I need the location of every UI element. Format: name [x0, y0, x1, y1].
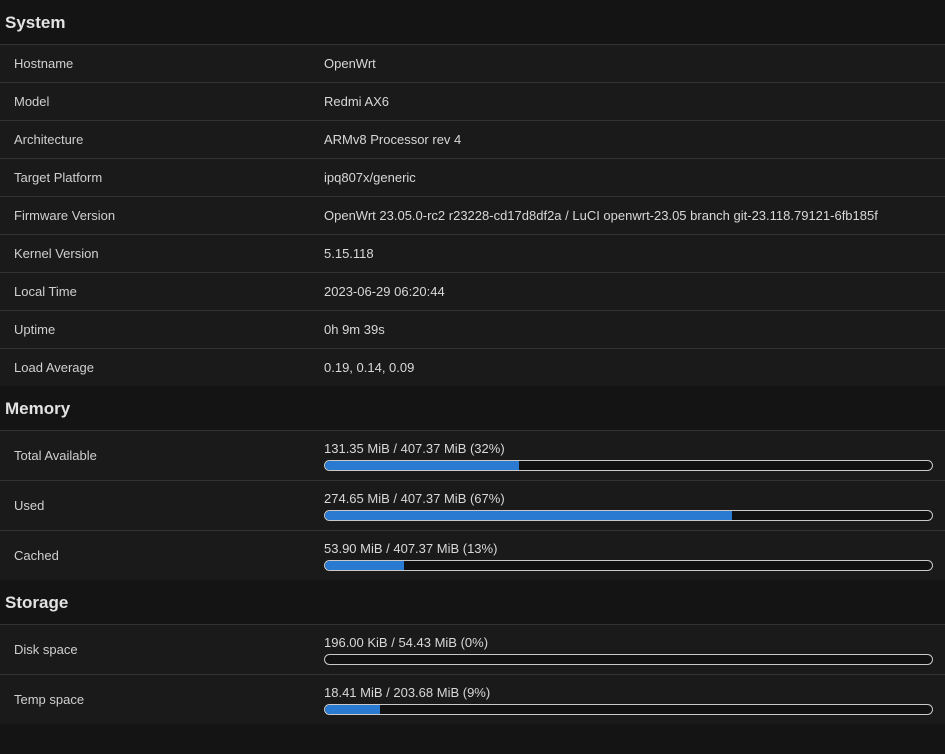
row-label: Disk space — [14, 641, 78, 657]
progress-bar — [324, 459, 933, 471]
progress-bar-fill — [325, 704, 380, 714]
row-label: Kernel Version — [14, 245, 99, 261]
row-value: 5.15.118 — [324, 246, 945, 262]
table-row: Total Available 131.35 MiB / 407.37 MiB (… — [0, 430, 945, 480]
table-row: Hostname OpenWrt — [0, 44, 945, 82]
row-label: Model — [14, 93, 50, 109]
section-header: Memory — [0, 386, 945, 430]
row-value: 196.00 KiB / 54.43 MiB (0%) — [324, 635, 945, 665]
row-value: 131.35 MiB / 407.37 MiB (32%) — [324, 441, 945, 471]
row-value-text: Redmi AX6 — [324, 93, 390, 109]
row-label: Architecture — [14, 131, 84, 147]
row-value-text: ipq807x/generic — [324, 169, 416, 185]
row-label: Local Time — [14, 283, 77, 299]
table-row: Cached 53.90 MiB / 407.37 MiB (13%) — [0, 530, 945, 580]
table-row: Architecture ARMv8 Processor rev 4 — [0, 120, 945, 158]
table-row: Firmware Version OpenWrt 23.05.0-rc2 r232… — [0, 196, 945, 234]
table-row: Uptime 0h 9m 39s — [0, 310, 945, 348]
row-label: Total Available — [14, 447, 97, 463]
row-value: OpenWrt 23.05.0-rc2 r23228-cd17d8df2a / … — [324, 208, 945, 224]
row-value: 0h 9m 39s — [324, 322, 945, 338]
meter-text: 274.65 MiB / 407.37 MiB (67%) — [324, 490, 505, 506]
info-table: Total Available 131.35 MiB / 407.37 MiB (… — [0, 430, 945, 580]
meter-text: 131.35 MiB / 407.37 MiB (32%) — [324, 440, 505, 456]
info-table: Disk space 196.00 KiB / 54.43 MiB (0%) Tem… — [0, 624, 945, 724]
row-value: 53.90 MiB / 407.37 MiB (13%) — [324, 541, 945, 571]
row-label: Firmware Version — [14, 207, 116, 223]
row-label: Hostname — [14, 55, 74, 71]
table-row: Disk space 196.00 KiB / 54.43 MiB (0%) — [0, 624, 945, 674]
row-value-text: OpenWrt 23.05.0-rc2 r23228-cd17d8df2a / … — [324, 207, 878, 223]
meter-text: 18.41 MiB / 203.68 MiB (9%) — [324, 684, 491, 700]
row-value: 0.19, 0.14, 0.09 — [324, 360, 945, 376]
table-row: Temp space 18.41 MiB / 203.68 MiB (9%) — [0, 674, 945, 724]
section-title: Memory — [5, 398, 71, 418]
table-row: Local Time 2023-06-29 06:20:44 — [0, 272, 945, 310]
row-label: Target Platform — [14, 169, 103, 185]
row-value-text: ARMv8 Processor rev 4 — [324, 131, 462, 147]
section-title: System — [5, 12, 66, 32]
progress-bar — [324, 509, 933, 521]
table-row: Kernel Version 5.15.118 — [0, 234, 945, 272]
row-value-text: 2023-06-29 06:20:44 — [324, 283, 445, 299]
progress-bar — [324, 559, 933, 571]
meter-text: 53.90 MiB / 407.37 MiB (13%) — [324, 540, 498, 556]
status-page: System Hostname OpenWrt Model Redmi AX6 Archi… — [0, 0, 945, 724]
row-value-text: OpenWrt — [324, 55, 376, 71]
info-table: Hostname OpenWrt Model Redmi AX6 Architectur… — [0, 44, 945, 386]
progress-bar — [324, 703, 933, 715]
table-row: Target Platform ipq807x/generic — [0, 158, 945, 196]
progress-bar-fill — [325, 560, 404, 570]
progress-bar-fill — [325, 510, 732, 520]
section-header: Storage — [0, 580, 945, 624]
row-value: ipq807x/generic — [324, 170, 945, 186]
meter-text: 196.00 KiB / 54.43 MiB (0%) — [324, 634, 489, 650]
row-label: Cached — [14, 547, 59, 563]
row-value-text: 0h 9m 39s — [324, 321, 385, 337]
row-label: Load Average — [14, 359, 94, 375]
row-value: OpenWrt — [324, 56, 945, 72]
row-value-text: 0.19, 0.14, 0.09 — [324, 359, 415, 375]
row-value: 18.41 MiB / 203.68 MiB (9%) — [324, 685, 945, 715]
table-row: Load Average 0.19, 0.14, 0.09 — [0, 348, 945, 386]
row-label: Temp space — [14, 691, 85, 707]
row-value: ARMv8 Processor rev 4 — [324, 132, 945, 148]
table-row: Model Redmi AX6 — [0, 82, 945, 120]
table-row: Used 274.65 MiB / 407.37 MiB (67%) — [0, 480, 945, 530]
row-value-text: 5.15.118 — [324, 245, 374, 261]
section-header: System — [0, 0, 945, 44]
progress-bar-fill — [325, 460, 520, 470]
section-title: Storage — [5, 592, 69, 612]
row-value: 2023-06-29 06:20:44 — [324, 284, 945, 300]
row-value: 274.65 MiB / 407.37 MiB (67%) — [324, 491, 945, 521]
row-label: Uptime — [14, 321, 56, 337]
row-label: Used — [14, 497, 45, 513]
progress-bar — [324, 653, 933, 665]
row-value: Redmi AX6 — [324, 94, 945, 110]
